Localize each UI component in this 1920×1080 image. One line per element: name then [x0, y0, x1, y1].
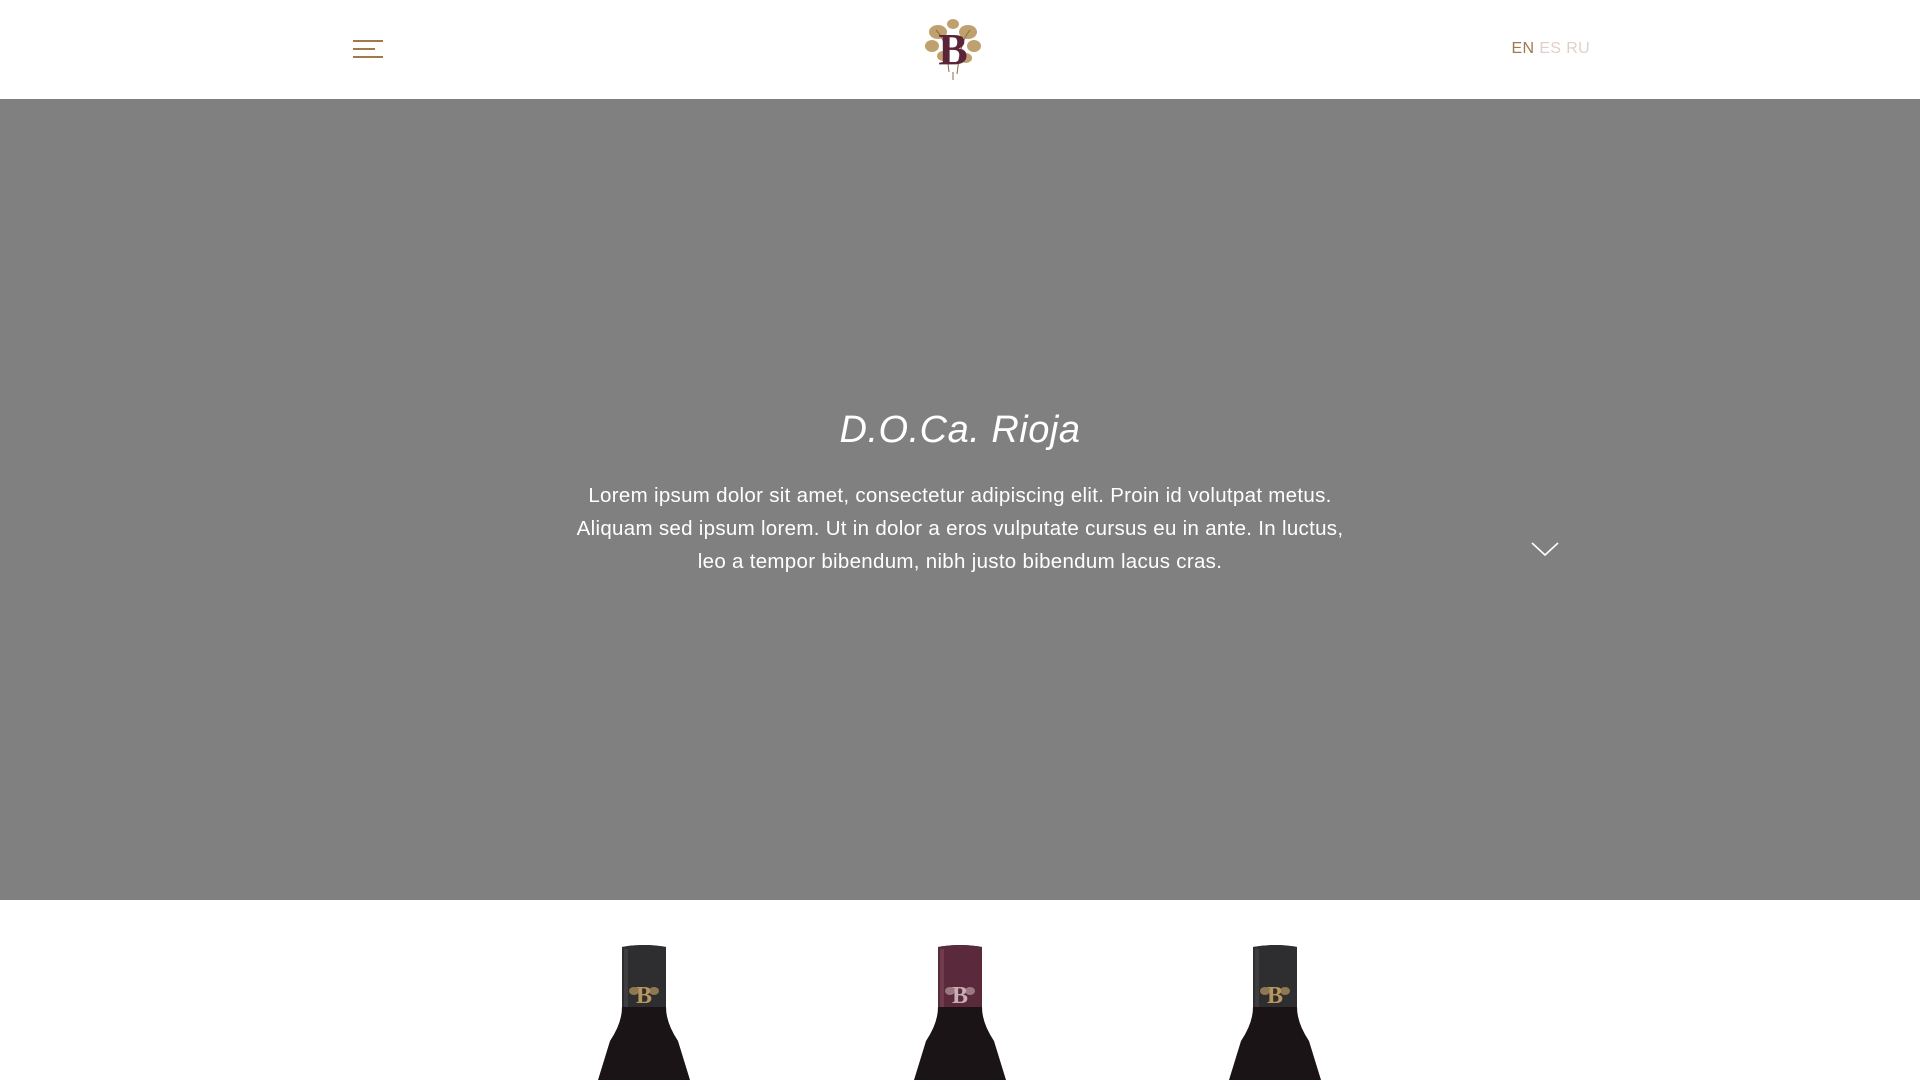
- wine-bottle-icon[interactable]: B: [594, 943, 694, 1080]
- svg-text:B: B: [938, 25, 967, 74]
- lang-es[interactable]: ES: [1539, 40, 1561, 58]
- hamburger-menu-icon[interactable]: [353, 36, 383, 62]
- hero-title: D.O.Ca. Rioja: [839, 409, 1081, 451]
- lang-ru[interactable]: RU: [1566, 40, 1590, 58]
- svg-text:B: B: [1267, 983, 1283, 1009]
- hero-section: D.O.Ca. Rioja Lorem ipsum dolor sit amet…: [0, 99, 1920, 900]
- menu-line: [353, 56, 383, 58]
- wine-bottle-icon[interactable]: B: [910, 943, 1010, 1080]
- menu-line: [353, 48, 375, 50]
- site-header: B EN ES RU: [0, 0, 1920, 99]
- wine-bottle-icon[interactable]: B: [1225, 943, 1325, 1080]
- language-switcher: EN ES RU: [1512, 40, 1591, 58]
- lang-en[interactable]: EN: [1512, 40, 1535, 58]
- hero-description: Lorem ipsum dolor sit amet, consectetur …: [576, 484, 1344, 573]
- winery-logo-icon[interactable]: B: [916, 12, 990, 86]
- svg-text:B: B: [952, 983, 968, 1009]
- menu-line: [353, 40, 383, 42]
- svg-text:B: B: [636, 983, 652, 1009]
- chevron-down-icon[interactable]: [1530, 539, 1560, 559]
- products-section: B B B: [0, 900, 1920, 1080]
